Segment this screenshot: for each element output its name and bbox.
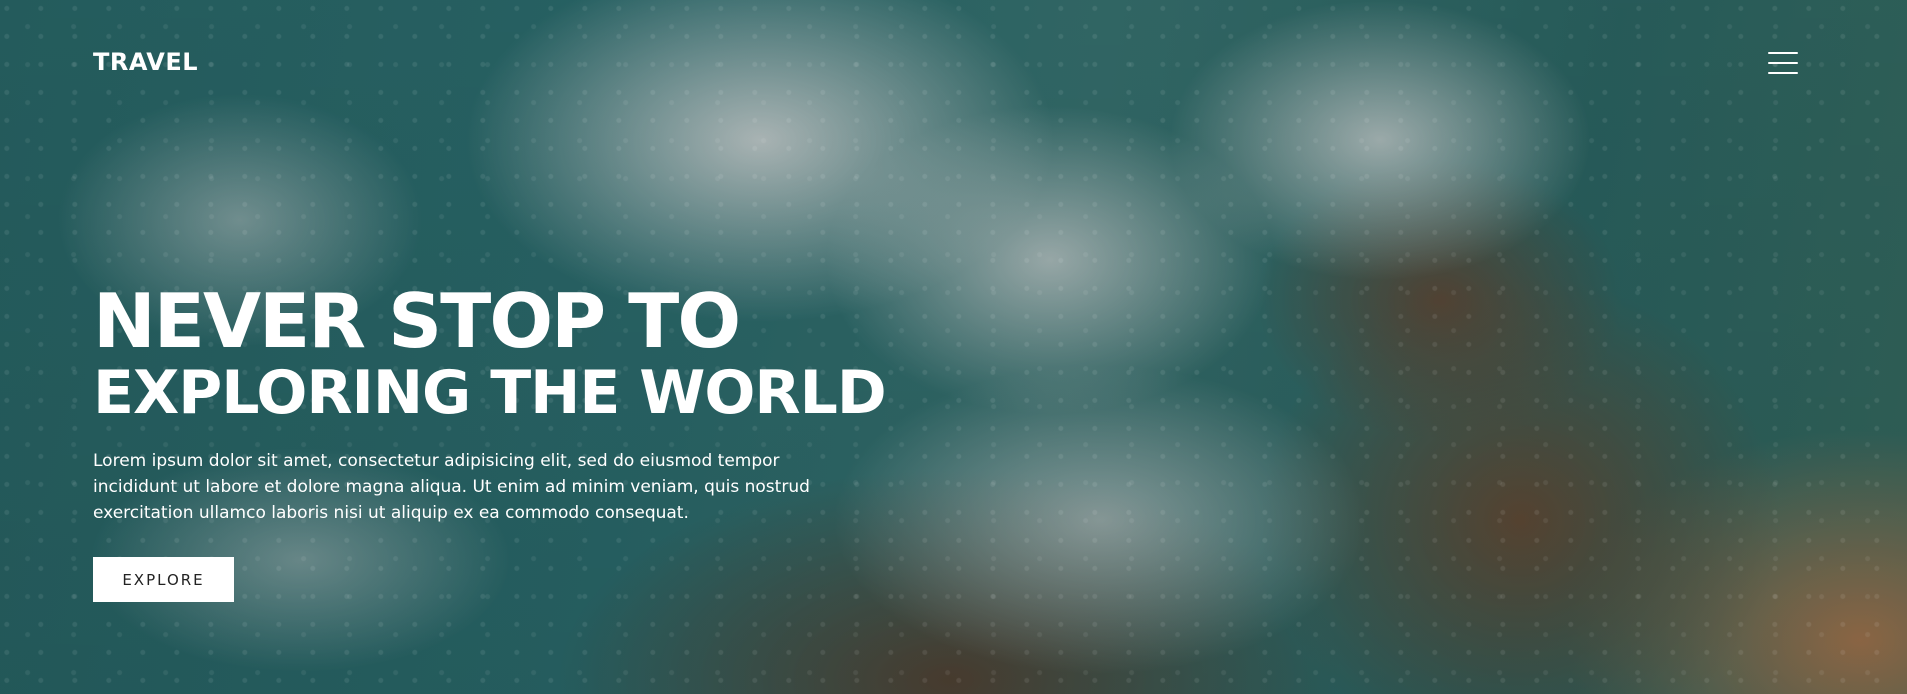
logo[interactable]: TRAVEL — [93, 50, 198, 74]
hero-content: NEVER STOP TO EXPLORING THE WORLD Lorem … — [93, 282, 953, 602]
headline-line-2: EXPLORING THE WORLD — [93, 358, 887, 428]
hamburger-menu-icon[interactable] — [1768, 52, 1798, 74]
explore-button[interactable]: EXPLORE — [93, 557, 234, 602]
hero-section: TRAVEL NEVER STOP TO EXPLORING THE WORLD… — [0, 0, 1907, 694]
headline-line-1: NEVER STOP TO — [93, 277, 741, 365]
menu-line — [1768, 72, 1798, 74]
menu-line — [1768, 52, 1798, 54]
hero-description: Lorem ipsum dolor sit amet, consectetur … — [93, 451, 810, 523]
menu-line — [1768, 62, 1798, 64]
site-header: TRAVEL — [0, 0, 1907, 110]
